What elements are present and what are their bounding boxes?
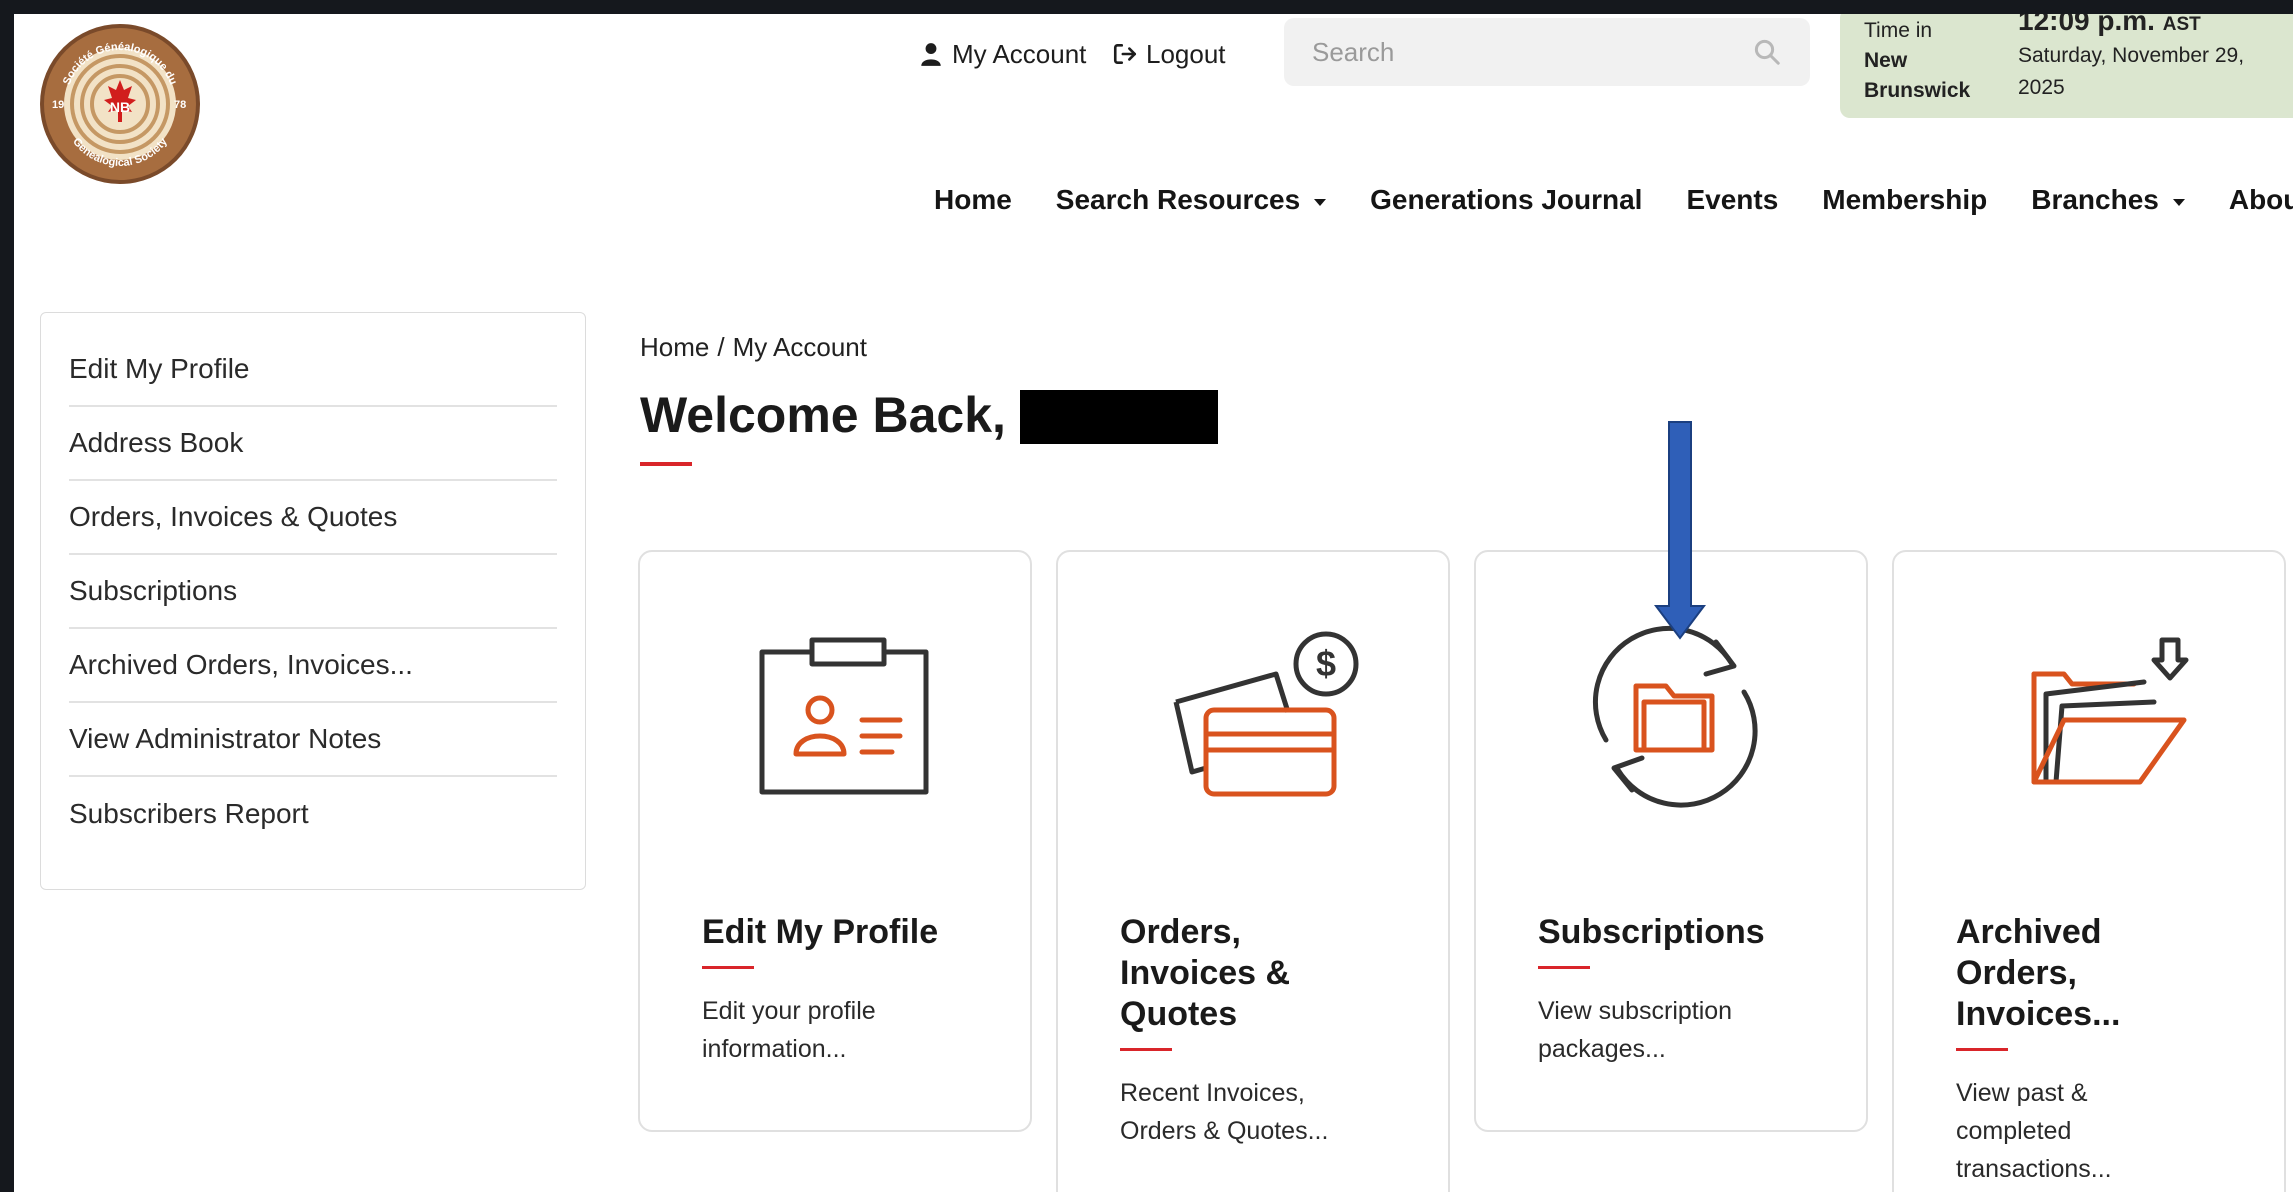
card-description: Edit your profile information... xyxy=(702,992,1002,1068)
nav-search-resources-label: Search Resources xyxy=(1055,184,1301,215)
card-desc-line: completed xyxy=(1956,1117,2072,1145)
my-account-label: My Account xyxy=(952,38,1087,69)
nav-about[interactable]: About xyxy=(2229,184,2293,216)
logout-icon xyxy=(1113,44,1137,64)
redacted-username xyxy=(1019,390,1218,444)
nav-search-resources[interactable]: Search Resources xyxy=(1055,184,1327,216)
nav-membership[interactable]: Membership xyxy=(1822,184,1987,216)
card-desc-line: transactions... xyxy=(1956,1155,2112,1183)
card-title-line: Quotes xyxy=(1120,995,1238,1033)
card-title-line: Subscriptions xyxy=(1538,913,1765,951)
sidebar-item-archived-orders[interactable]: Archived Orders, Invoices... xyxy=(69,629,557,703)
caret-down-icon xyxy=(2172,198,2185,206)
card-description: Recent Invoices, Orders & Quotes... xyxy=(1120,1074,1420,1150)
browser-frame: NB Société Généalogique du Genealogical … xyxy=(0,0,2293,1192)
date-line2: 2025 xyxy=(2018,76,2065,99)
card-title-line: Invoices... xyxy=(1956,995,2121,1033)
card-desc-line: View subscription xyxy=(1538,997,1733,1025)
annotation-arrow-down-icon xyxy=(1654,421,1706,640)
sidebar-item-edit-profile[interactable]: Edit My Profile xyxy=(69,333,557,407)
folder-sync-icon xyxy=(1592,625,1758,808)
card-desc-line: information... xyxy=(702,1035,847,1063)
card-title: Orders, Invoices & Quotes xyxy=(1120,912,1430,1035)
logout-link[interactable]: Logout xyxy=(1112,34,1226,74)
clock-time: 12:09 p.m. xyxy=(2018,5,2155,36)
card-title-line: Orders, xyxy=(1120,913,1241,951)
main-nav: Home Search Resources Generations Journa… xyxy=(934,184,2293,216)
nav-events[interactable]: Events xyxy=(1686,184,1778,216)
search-icon[interactable] xyxy=(1752,37,1782,67)
card-title-line: Edit My Profile xyxy=(702,913,939,951)
welcome-text: Welcome Back, xyxy=(640,387,1006,443)
card-description: View subscription packages... xyxy=(1538,992,1838,1068)
card-title: Archived Orders, Invoices... xyxy=(1956,912,2266,1035)
card-underline xyxy=(1120,1048,1172,1051)
card-desc-line: Orders & Quotes... xyxy=(1120,1117,1329,1145)
card-title: Subscriptions xyxy=(1538,912,1848,953)
svg-text:$: $ xyxy=(1316,643,1336,684)
nav-generations-journal[interactable]: Generations Journal xyxy=(1370,184,1642,216)
my-account-link[interactable]: My Account xyxy=(918,34,1086,74)
sidebar-item-address-book[interactable]: Address Book xyxy=(69,407,557,481)
nav-generations-journal-label: Generations Journal xyxy=(1370,184,1643,215)
society-logo[interactable]: NB Société Généalogique du Genealogical … xyxy=(38,22,202,186)
logo-year-left: 19 xyxy=(52,99,64,111)
card-desc-line: Edit your profile xyxy=(702,997,876,1025)
card-desc-line: View past & xyxy=(1956,1079,2088,1107)
page-title: Welcome Back, xyxy=(640,386,1218,444)
time-label: Time in New Brunswick xyxy=(1864,16,2004,106)
time-widget: Time in New Brunswick 12:09 p.m. AST Sat… xyxy=(1840,5,2293,118)
nav-branches[interactable]: Branches xyxy=(2031,184,2185,216)
nav-events-label: Events xyxy=(1686,184,1779,215)
breadcrumb: Home / My Account xyxy=(640,332,867,363)
credit-cards-dollar-icon: $ xyxy=(1173,631,1359,797)
time-label-line3: Brunswick xyxy=(1864,79,1971,102)
profile-id-card-icon xyxy=(759,637,929,795)
nav-membership-label: Membership xyxy=(1822,184,1988,215)
card-description: View past & completed transactions... xyxy=(1956,1074,2256,1188)
time-value: 12:09 p.m. AST Saturday, November 29, 20… xyxy=(2018,5,2288,104)
logo-year-right: 78 xyxy=(174,99,186,111)
breadcrumb-home[interactable]: Home xyxy=(640,332,709,363)
card-title: Edit My Profile xyxy=(702,912,1012,953)
logout-label: Logout xyxy=(1146,38,1226,69)
card-underline xyxy=(1538,966,1590,969)
breadcrumb-current: My Account xyxy=(732,332,867,362)
account-sidebar: Edit My Profile Address Book Orders, Inv… xyxy=(40,312,586,890)
time-label-line1: Time in xyxy=(1864,19,1933,42)
nav-home-label: Home xyxy=(934,184,1012,215)
nav-about-label: About xyxy=(2228,184,2293,215)
card-title-line: Orders, xyxy=(1956,954,2077,992)
sidebar-item-subscriptions[interactable]: Subscriptions xyxy=(69,555,557,629)
card-desc-line: Recent Invoices, xyxy=(1120,1079,1305,1107)
sidebar-item-orders[interactable]: Orders, Invoices & Quotes xyxy=(69,481,557,555)
card-title-line: Archived xyxy=(1956,913,2102,951)
nav-home[interactable]: Home xyxy=(934,184,1012,216)
date-line1: Saturday, November 29, xyxy=(2018,44,2245,67)
card-title-line: Invoices & xyxy=(1120,954,1291,992)
title-underline xyxy=(640,462,692,466)
logo-initials: NB xyxy=(110,99,130,115)
caret-down-icon xyxy=(1314,198,1327,206)
archive-folder-icon xyxy=(2031,637,2189,785)
nav-branches-label: Branches xyxy=(2031,184,2159,215)
card-orders[interactable]: $ Orders, Invoices & Quotes Recent Invoi… xyxy=(1056,550,1450,1192)
time-label-line2: New xyxy=(1864,49,1908,72)
card-archived-orders[interactable]: Archived Orders, Invoices... View past &… xyxy=(1892,550,2286,1192)
user-icon xyxy=(921,43,941,66)
card-underline xyxy=(702,966,754,969)
card-underline xyxy=(1956,1048,2008,1051)
page: NB Société Généalogique du Genealogical … xyxy=(14,14,2293,1192)
clock-display: 12:09 p.m. AST xyxy=(2018,5,2288,40)
clock-zone: AST xyxy=(2162,14,2201,35)
search-input[interactable] xyxy=(1312,36,1752,68)
sidebar-item-subscribers-report[interactable]: Subscribers Report xyxy=(69,777,557,851)
card-edit-profile[interactable]: Edit My Profile Edit your profile inform… xyxy=(638,550,1032,1132)
card-desc-line: packages... xyxy=(1538,1035,1666,1063)
breadcrumb-separator: / xyxy=(717,332,725,362)
search-box xyxy=(1284,18,1810,86)
sidebar-item-admin-notes[interactable]: View Administrator Notes xyxy=(69,703,557,777)
